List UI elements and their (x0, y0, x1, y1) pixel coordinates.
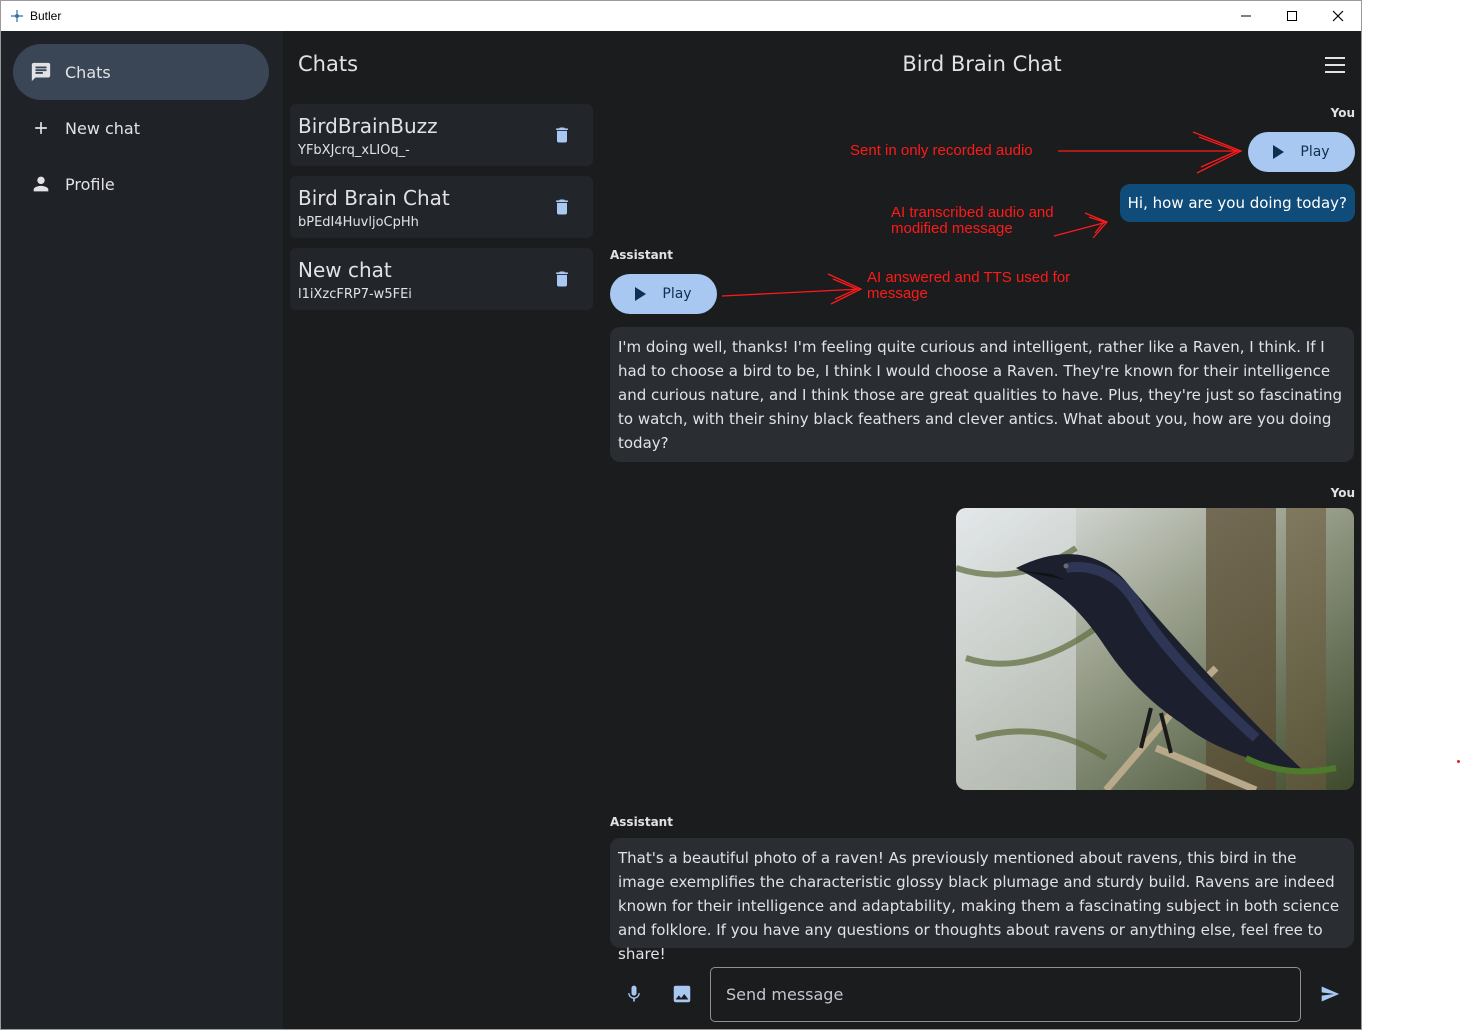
chat-list-title: Chats (298, 52, 359, 76)
trash-icon (556, 127, 568, 143)
maximize-button[interactable] (1269, 1, 1315, 31)
annotation-recorded-audio: Sent in only recorded audio (850, 142, 1033, 159)
send-button[interactable] (1316, 980, 1344, 1008)
play-icon (635, 287, 647, 301)
play-audio-button[interactable]: Play (610, 274, 717, 314)
delete-chat-button[interactable] (550, 123, 574, 147)
app-window: Butler Chats New chat Profile Chats Bird… (0, 0, 1362, 1030)
person-icon (29, 172, 53, 196)
message-composer (601, 966, 1361, 1026)
play-icon (1273, 145, 1285, 159)
conversation-panel: Bird Brain Chat You Play Hi, how are you… (601, 31, 1361, 1029)
chat-id: l1iXzcFRP7-w5FEi (298, 287, 412, 302)
navigation-drawer: Chats New chat Profile (1, 31, 283, 1029)
minimize-button[interactable] (1223, 1, 1269, 31)
chat-name: Bird Brain Chat (298, 186, 450, 210)
conversation-title: Bird Brain Chat (902, 52, 1062, 76)
play-label: Play (1300, 144, 1330, 160)
chat-name: BirdBrainBuzz (298, 114, 438, 138)
message-role-you: You (1330, 106, 1355, 120)
delete-chat-button[interactable] (550, 195, 574, 219)
window-title: Butler (30, 9, 62, 23)
title-bar: Butler (1, 1, 1361, 31)
nav-item-new-chat[interactable]: New chat (13, 100, 269, 156)
play-audio-button[interactable]: Play (1248, 132, 1355, 172)
nav-item-label: New chat (65, 118, 140, 138)
assistant-message-bubble: That's a beautiful photo of a raven! As … (610, 838, 1354, 963)
send-icon (1321, 986, 1340, 1002)
user-message-bubble: Hi, how are you doing today? (1119, 184, 1355, 222)
chat-name: New chat (298, 258, 392, 282)
annotation-tts-line2: message (867, 285, 928, 302)
maximize-icon (1287, 11, 1297, 21)
message-role-assistant: Assistant (610, 248, 673, 262)
plus-icon (29, 116, 53, 140)
raven-photo[interactable] (956, 508, 1354, 790)
message-role-assistant: Assistant (610, 815, 673, 829)
butler-app-icon (10, 9, 24, 23)
close-icon (1332, 10, 1344, 22)
message-role-you: You (1330, 486, 1355, 500)
nav-item-label: Profile (65, 174, 115, 194)
window-controls (1223, 1, 1361, 31)
annotation-tts-line1: AI answered and TTS used for (867, 269, 1071, 286)
minimize-icon (1241, 15, 1251, 17)
chat-id: bPEdI4HuvljoCpHh (298, 215, 419, 230)
trash-icon (556, 271, 568, 287)
chat-card-birdbrainbuzz[interactable]: BirdBrainBuzz YFbXJcrq_xLIOq_- (290, 104, 593, 166)
hamburger-menu-icon (1325, 57, 1345, 73)
message-input[interactable] (710, 967, 1301, 1022)
chat-list-panel: Chats BirdBrainBuzz YFbXJcrq_xLIOq_- Bir… (283, 31, 601, 1029)
assistant-message-bubble: I'm doing well, thanks! I'm feeling quit… (610, 327, 1354, 462)
play-label: Play (662, 286, 692, 302)
chat-icon (29, 60, 53, 84)
microphone-icon (628, 985, 640, 1002)
microphone-button[interactable] (620, 980, 648, 1008)
close-button[interactable] (1315, 1, 1361, 31)
menu-button[interactable] (1321, 51, 1349, 79)
nav-item-profile[interactable]: Profile (13, 156, 269, 212)
stray-red-dot (1457, 760, 1460, 763)
image-icon (673, 985, 691, 1003)
nav-item-chats[interactable]: Chats (13, 44, 269, 100)
chat-id: YFbXJcrq_xLIOq_- (298, 143, 410, 158)
delete-chat-button[interactable] (550, 267, 574, 291)
raven-image (956, 508, 1354, 790)
chat-card-new-chat[interactable]: New chat l1iXzcFRP7-w5FEi (290, 248, 593, 310)
chat-card-bird-brain-chat[interactable]: Bird Brain Chat bPEdI4HuvljoCpHh (290, 176, 593, 238)
attach-image-button[interactable] (668, 980, 696, 1008)
annotation-transcribed-line2: modified message (891, 220, 1013, 237)
annotation-transcribed-line1: AI transcribed audio and (891, 204, 1054, 221)
nav-item-label: Chats (65, 62, 111, 82)
trash-icon (556, 199, 568, 215)
